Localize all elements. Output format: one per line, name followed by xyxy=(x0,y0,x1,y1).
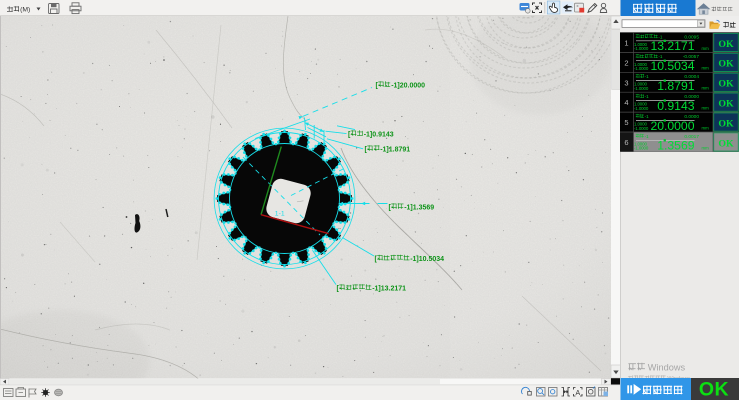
svg-text:mm: mm xyxy=(702,86,710,91)
svg-text:OK: OK xyxy=(718,138,734,149)
svg-text:5: 5 xyxy=(624,118,628,127)
svg-text:10.5034: 10.5034 xyxy=(650,59,694,73)
svg-text:mm: mm xyxy=(702,145,710,150)
svg-text:mm: mm xyxy=(702,125,710,130)
svg-text:20.0000: 20.0000 xyxy=(650,119,694,133)
svg-text:-1.0000: -1.0000 xyxy=(634,86,649,91)
svg-text:3: 3 xyxy=(624,78,628,87)
svg-text:mm: mm xyxy=(702,66,710,71)
svg-text:A: A xyxy=(576,390,581,397)
svg-text:OK: OK xyxy=(718,59,734,70)
svg-text:6: 6 xyxy=(624,138,628,147)
svg-text:-1]0.9143: -1]0.9143 xyxy=(364,132,394,139)
svg-text:mm: mm xyxy=(702,46,710,51)
svg-text:-1]10.5034: -1]10.5034 xyxy=(410,256,444,263)
svg-text:OK: OK xyxy=(718,39,734,50)
svg-text:-1.0000: -1.0000 xyxy=(634,126,649,131)
svg-text:-1: -1 xyxy=(645,94,650,99)
svg-text:-1.0000: -1.0000 xyxy=(634,46,649,51)
svg-text:OK: OK xyxy=(718,79,734,90)
svg-text:-1.0000: -1.0000 xyxy=(634,146,649,151)
svg-text:Windows: Windows xyxy=(648,363,686,373)
svg-text:1-1: 1-1 xyxy=(275,211,285,218)
svg-text:1.3569: 1.3569 xyxy=(657,139,694,153)
svg-text:-1.0000: -1.0000 xyxy=(634,106,649,111)
svg-text:(M): (M) xyxy=(20,7,30,14)
svg-text:mm: mm xyxy=(702,106,710,111)
svg-text:2: 2 xyxy=(624,58,628,67)
svg-text:OK: OK xyxy=(718,118,734,129)
svg-text:-1: -1 xyxy=(645,114,650,119)
svg-text:OK: OK xyxy=(699,378,729,400)
svg-text:-1: -1 xyxy=(645,134,650,139)
svg-text:-1]20.0000: -1]20.0000 xyxy=(391,83,425,90)
svg-text:-1.0000: -1.0000 xyxy=(634,66,649,71)
svg-text:4: 4 xyxy=(624,98,628,107)
svg-text:-1]1.3569: -1]1.3569 xyxy=(404,205,434,212)
svg-text:OK: OK xyxy=(718,99,734,110)
svg-text:1.8791: 1.8791 xyxy=(657,79,694,93)
svg-text:-1]1.8791: -1]1.8791 xyxy=(380,147,410,154)
svg-text:-1: -1 xyxy=(645,74,650,79)
svg-text:13.2171: 13.2171 xyxy=(650,39,694,53)
svg-text:-1]13.2171: -1]13.2171 xyxy=(372,286,406,293)
svg-text:0.9143: 0.9143 xyxy=(657,99,694,113)
svg-text:1: 1 xyxy=(624,39,628,48)
